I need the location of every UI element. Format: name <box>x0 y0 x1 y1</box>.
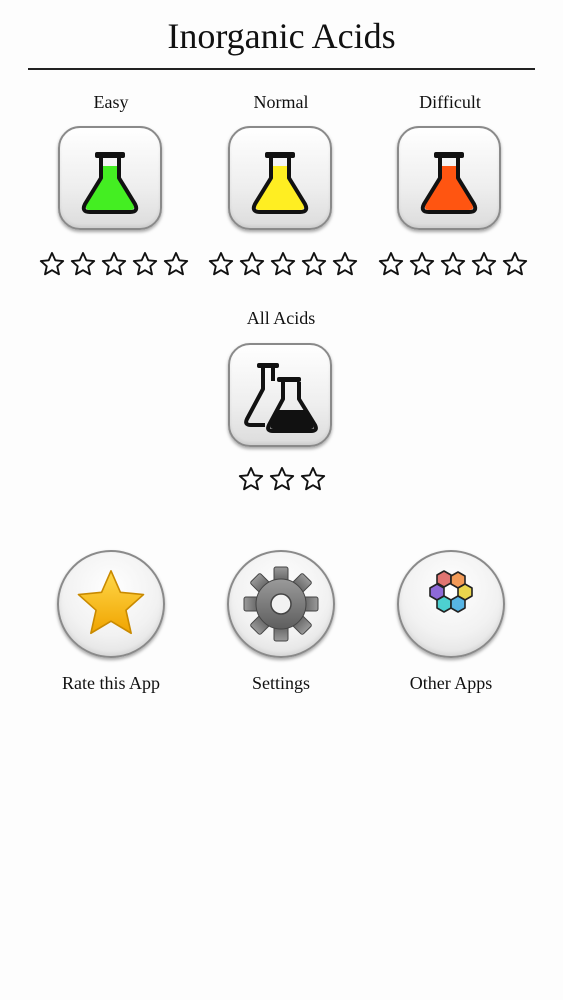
empty-star-icon <box>39 251 65 276</box>
level-easy-stars <box>38 250 190 278</box>
level-easy-label: Easy <box>93 92 129 112</box>
level-difficult-stars <box>377 250 529 278</box>
empty-star-icon <box>239 251 265 276</box>
empty-star-icon <box>163 251 189 276</box>
flask-icon <box>81 152 139 214</box>
title-divider <box>28 68 535 70</box>
rate-app-button[interactable] <box>57 550 165 658</box>
page-title: Inorganic Acids <box>167 16 396 56</box>
empty-star-icon <box>270 251 296 276</box>
empty-star-icon <box>101 251 127 276</box>
level-normal-button[interactable] <box>228 126 332 230</box>
level-normal-label: Normal <box>253 92 309 112</box>
empty-star-icon <box>332 251 358 276</box>
empty-star-icon <box>300 466 326 491</box>
settings-label[interactable]: Settings <box>206 672 356 694</box>
settings-button[interactable] <box>227 550 335 658</box>
two-flasks-icon <box>244 363 318 433</box>
other-apps-label[interactable]: Other Apps <box>376 672 526 694</box>
empty-star-icon <box>301 251 327 276</box>
empty-star-icon <box>238 466 264 491</box>
all-acids-label: All Acids <box>246 308 316 328</box>
hexagon-grid-icon <box>429 570 473 613</box>
gear-icon <box>243 566 319 642</box>
level-difficult-label: Difficult <box>419 92 481 112</box>
rate-app-label[interactable]: Rate this App <box>36 672 186 694</box>
other-apps-button[interactable] <box>397 550 505 658</box>
empty-star-icon <box>208 251 234 276</box>
empty-star-icon <box>502 251 528 276</box>
level-easy-button[interactable] <box>58 126 162 230</box>
empty-star-icon <box>440 251 466 276</box>
empty-star-icon <box>269 466 295 491</box>
empty-star-icon <box>70 251 96 276</box>
level-difficult-button[interactable] <box>397 126 501 230</box>
empty-star-icon <box>132 251 158 276</box>
flask-icon <box>251 152 309 214</box>
all-acids-button[interactable] <box>228 343 332 447</box>
all-acids-stars <box>237 465 327 493</box>
empty-star-icon <box>409 251 435 276</box>
star-icon <box>77 570 145 635</box>
empty-star-icon <box>471 251 497 276</box>
empty-star-icon <box>378 251 404 276</box>
level-normal-stars <box>207 250 359 278</box>
flask-icon <box>420 152 478 214</box>
